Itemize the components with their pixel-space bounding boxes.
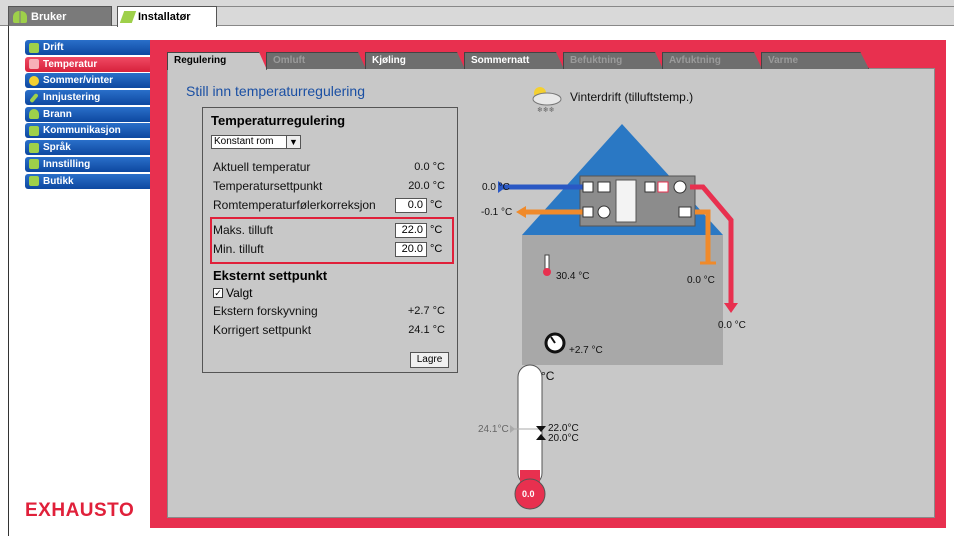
extract-temp: 0.0 °C [687,275,715,286]
extract-fan-icon [597,205,611,219]
supply-temp: 0.0 °C [718,320,746,331]
room-thermometer-icon [544,254,550,271]
damper-icon [582,181,594,193]
damper-icon [582,206,594,218]
svg-text:❄❄❄: ❄❄❄ [537,106,555,114]
supply-fan-icon [673,180,687,194]
heater-icon [657,181,669,193]
external-offset-display: +2.7 °C [569,345,603,356]
outdoor-in-temp: 0.0 °C [482,182,510,193]
exhaust-out-temp: -0.1 °C [481,207,513,218]
supply-arrow [724,303,738,313]
filter-icon [678,206,692,218]
winter-weather-icon: ❄❄❄ [532,87,562,114]
thermometer-min: 20.0°C [548,433,579,444]
preheater-icon [644,181,656,193]
exhaust-arrow [516,206,526,218]
mode-label: Vinterdrift (tilluftstemp.) [570,90,694,104]
thermometer-setpoint: 24.1°C [478,424,509,435]
thermometer-bulb-value: 0.0 [522,489,535,499]
thermometer-unit: °C [541,369,555,383]
ventilation-diagram: ❄❄❄ [498,87,738,510]
thermometer [517,364,543,486]
heat-exchanger [615,179,637,223]
room-temp: 30.4 °C [556,271,590,282]
filter-icon [597,181,611,193]
